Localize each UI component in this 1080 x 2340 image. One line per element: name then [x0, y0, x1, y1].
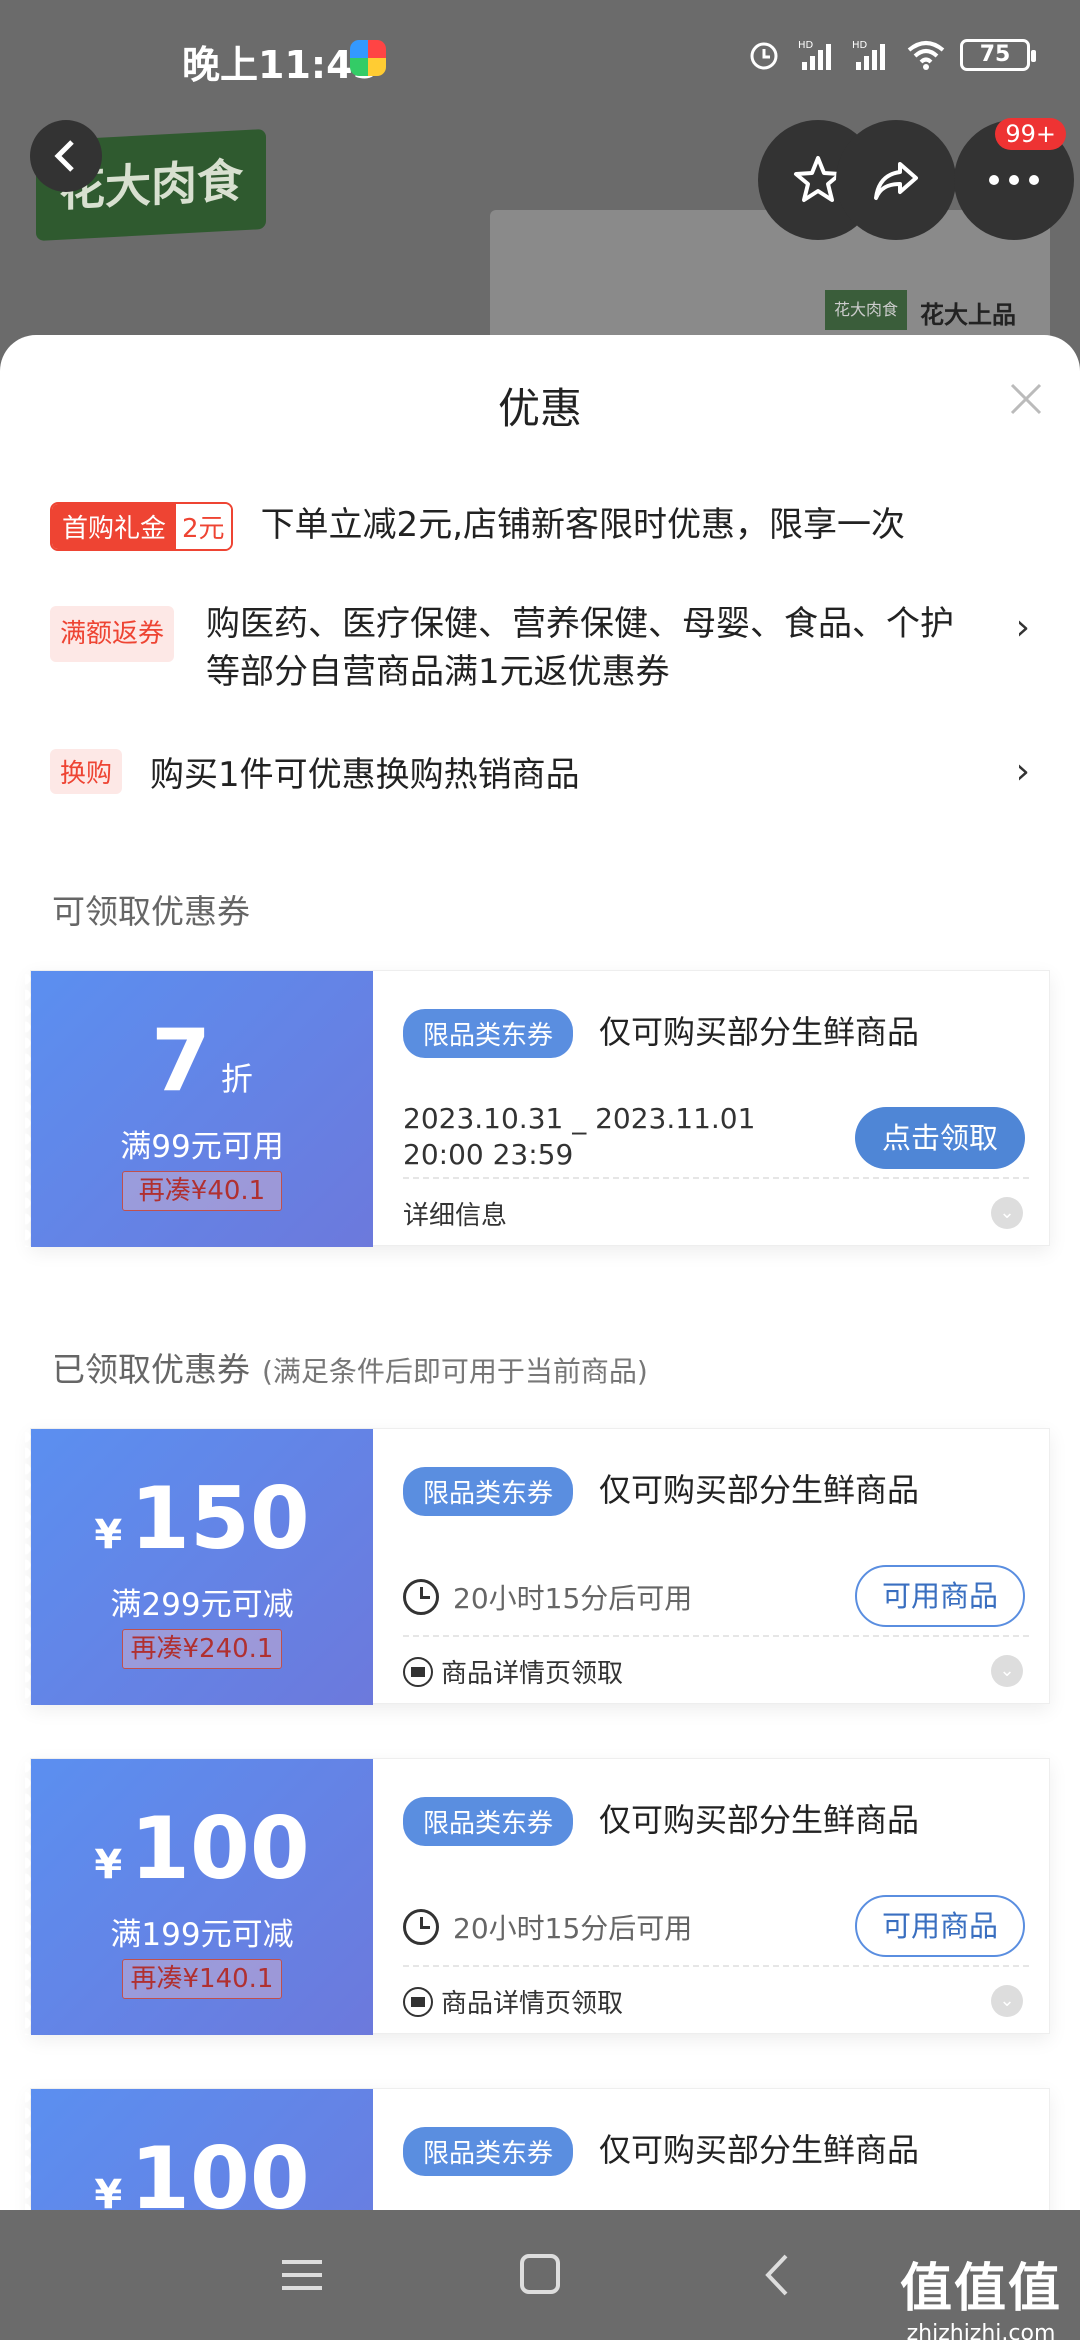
chevron-right-icon: › [1015, 751, 1030, 792]
promo-cashback[interactable]: 满额返券 购医药、医疗保健、营养保健、母婴、食品、个护等部分自营商品满1元返优惠… [50, 600, 1030, 696]
back-nav-icon[interactable] [748, 2250, 808, 2300]
coupon-card: ¥100 满199元可减 再凑¥140.1 限品类东券 仅可购买部分生鲜商品 2… [25, 1758, 1050, 2035]
promo-first-purchase: 首购礼金 2元 下单立减2元,店铺新客限时优惠，限享一次 [50, 497, 1030, 551]
coupon-card: 7折 满99元可用 再凑¥40.1 限品类东券 仅可购买部分生鲜商品 2023.… [25, 970, 1050, 1247]
chevron-down-icon[interactable]: ⌄ [991, 1985, 1023, 2017]
detail-label: 详细信息 [403, 1201, 508, 1231]
available-coupons-heading: 可领取优惠券 [52, 892, 250, 931]
coupon-source: 商品详情页领取 [403, 1653, 623, 1690]
currency-symbol: ¥ [94, 2172, 123, 2210]
category-tag: 限品类东券 [403, 2127, 574, 2176]
coupon-condition: 满99元可用 [120, 1129, 284, 1165]
coupon-amount: ¥100 [31, 2129, 373, 2210]
chevron-left-icon [54, 140, 74, 172]
available-products-button[interactable]: 可用商品 [855, 1895, 1025, 1957]
coupon-value-panel: ¥100 满199元可减 再凑¥140.1 [25, 1759, 373, 2035]
ticket-icon [403, 1656, 433, 1687]
gift-tag-label: 首购礼金 [52, 504, 177, 549]
coupon-source: 商品详情页领取 [403, 1983, 623, 2020]
clock-icon [403, 1579, 439, 1615]
coupon-info: 限品类东券 仅可购买部分生鲜商品 2023.10.31 _ 2023.11.01… [373, 971, 1049, 1247]
back-button[interactable] [30, 120, 102, 192]
coupon-detail-link[interactable]: 详细信息 [403, 1195, 507, 1232]
coupon-amount: ¥150 [31, 1469, 373, 1585]
claim-button[interactable]: 点击领取 [855, 1107, 1025, 1169]
divider [403, 1177, 1029, 1179]
cashback-tag: 满额返券 [50, 606, 175, 662]
coupon-unit: 折 [220, 1060, 253, 1098]
source-label: 商品详情页领取 [441, 1989, 624, 2019]
coupon-info: 限品类东券 仅可购买部分生鲜商品 20小时15分后可用 可用商品 商品详情页领取… [373, 1759, 1049, 2035]
countdown-text: 20小时15分后可用 [453, 1912, 693, 1945]
coupon-value-panel: ¥100 [25, 2089, 373, 2210]
coupon-title: 仅可购买部分生鲜商品 [599, 1013, 920, 1051]
promo-exchange[interactable]: 换购 购买1件可优惠换购热销商品 › [50, 747, 1030, 796]
promo-text: 下单立减2元,店铺新客限时优惠，限享一次 [260, 505, 906, 545]
coupon-condition: 满299元可减 [110, 1587, 294, 1623]
coupon-remaining: 再凑¥140.1 [122, 1959, 282, 1999]
coupon-amount: ¥100 [31, 1799, 373, 1915]
promotion-sheet: 优惠 首购礼金 2元 下单立减2元,店铺新客限时优惠，限享一次 满额返券 购医药、医… [0, 335, 1080, 2210]
coupon-value-panel: ¥150 满299元可减 再凑¥240.1 [25, 1429, 373, 1705]
gift-tag: 首购礼金 2元 [50, 502, 233, 551]
countdown-text: 20小时15分后可用 [453, 1582, 693, 1615]
menu-icon[interactable] [272, 2250, 332, 2300]
close-icon[interactable] [1006, 379, 1046, 419]
source-label: 商品详情页领取 [441, 1659, 624, 1689]
coupon-remaining: 再凑¥40.1 [122, 1171, 282, 1211]
coupon-card: ¥150 满299元可减 再凑¥240.1 限品类东券 仅可购买部分生鲜商品 2… [25, 1428, 1050, 1705]
promo-text: 购医药、医疗保健、营养保健、母婴、食品、个护等部分自营商品满1元返优惠券 [206, 604, 954, 692]
chevron-down-icon[interactable]: ⌄ [991, 1197, 1023, 1229]
sheet-title: 优惠 [497, 384, 582, 433]
coupon-countdown: 20小时15分后可用 [403, 1577, 692, 1617]
clock-icon [403, 1909, 439, 1945]
watermark-url: zhizhizhi.com [906, 2321, 1056, 2340]
coupon-value-panel: 7折 满99元可用 再凑¥40.1 [25, 971, 373, 1247]
coupon-countdown: 20小时15分后可用 [403, 1907, 692, 1947]
coupon-card: ¥100 限品类东券 仅可购买部分生鲜商品 [25, 2088, 1050, 2210]
chevron-down-icon[interactable]: ⌄ [991, 1655, 1023, 1687]
coupon-validity: 2023.10.31 _ 2023.11.01 20:00 23:59 [403, 1101, 755, 1173]
coupon-remaining: 再凑¥240.1 [122, 1629, 282, 1669]
validity-dates: 2023.10.31 _ 2023.11.01 [403, 1102, 756, 1135]
currency-symbol: ¥ [94, 1512, 123, 1558]
available-products-button[interactable]: 可用商品 [855, 1565, 1025, 1627]
background-product-page: 花大肉食 花大肉食 花大上品 99+ [0, 0, 1080, 360]
notification-badge: 99+ [995, 118, 1066, 150]
watermark-main: 值值值 [899, 2259, 1062, 2319]
coupon-title: 仅可购买部分生鲜商品 [599, 2131, 920, 2169]
product-logo: 花大肉食 [825, 290, 907, 330]
ticket-icon [403, 1986, 433, 2017]
chevron-right-icon: › [1015, 607, 1030, 648]
share-button[interactable] [836, 120, 956, 240]
claimed-heading-text: 已领取优惠券 [52, 1350, 250, 1389]
claimed-coupons-heading: 已领取优惠券 (满足条件后即可用于当前商品) [52, 1343, 648, 1391]
exchange-tag: 换购 [50, 749, 123, 794]
validity-times: 20:00 23:59 [403, 1138, 574, 1171]
coupon-value: 150 [130, 1469, 310, 1569]
promo-text: 购买1件可优惠换购热销商品 [150, 755, 580, 795]
gift-tag-amount: 2元 [176, 504, 231, 549]
divider [403, 1635, 1029, 1637]
product-label: 花大上品 [920, 301, 1016, 329]
category-tag: 限品类东券 [403, 1467, 574, 1516]
watermark: 值值值 zhizhizhi.com [900, 2246, 1062, 2340]
home-icon[interactable] [510, 2250, 570, 2300]
coupon-info: 限品类东券 仅可购买部分生鲜商品 [373, 2089, 1049, 2210]
category-tag: 限品类东券 [403, 1009, 574, 1058]
coupon-condition: 满199元可减 [110, 1917, 294, 1953]
claimed-heading-note: (满足条件后即可用于当前商品) [262, 1355, 648, 1388]
coupon-value: 100 [130, 2129, 310, 2210]
share-icon [874, 162, 918, 200]
coupon-title: 仅可购买部分生鲜商品 [599, 1471, 920, 1509]
coupon-info: 限品类东券 仅可购买部分生鲜商品 20小时15分后可用 可用商品 商品详情页领取… [373, 1429, 1049, 1705]
coupon-title: 仅可购买部分生鲜商品 [599, 1801, 920, 1839]
category-tag: 限品类东券 [403, 1797, 574, 1846]
coupon-amount: 7折 [31, 1011, 373, 1129]
coupon-value: 7 [151, 1011, 211, 1111]
currency-symbol: ¥ [94, 1842, 123, 1888]
divider [403, 1965, 1029, 1967]
coupon-value: 100 [130, 1799, 310, 1899]
more-dots-icon [989, 175, 1039, 185]
